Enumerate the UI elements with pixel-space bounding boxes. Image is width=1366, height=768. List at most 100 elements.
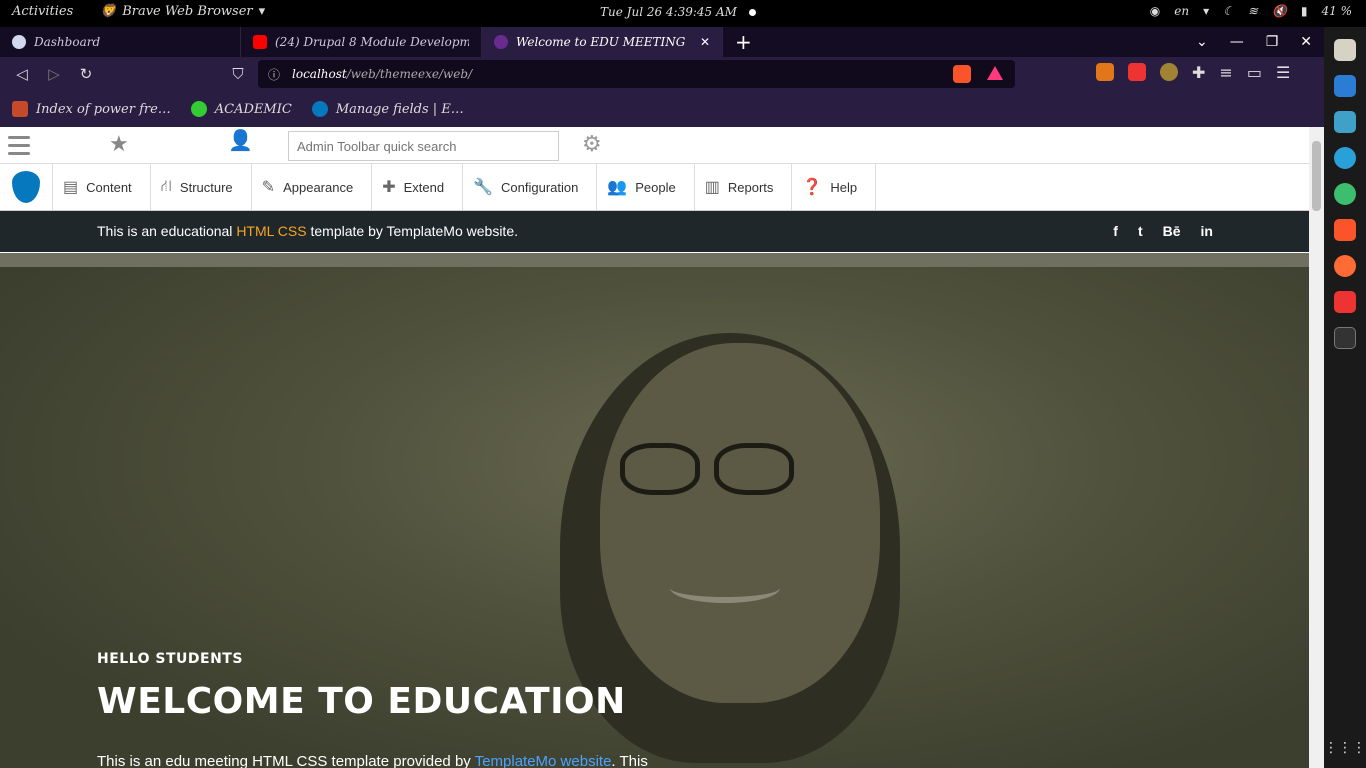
- menu-people[interactable]: 👥 People: [597, 164, 695, 210]
- info-bar: This is an educational HTML CSS template…: [0, 211, 1309, 252]
- drupal-logo[interactable]: [0, 164, 53, 210]
- system-tray[interactable]: ◉ en ▾ ☾ ≋ 🔇 ▮ 41 %: [1150, 4, 1352, 18]
- menu-structure[interactable]: ⛙ Structure: [151, 164, 252, 210]
- behance-icon[interactable]: Bē: [1163, 223, 1181, 239]
- extensions-area: ✚ ≡ ▭ ☰: [1096, 63, 1290, 82]
- puzzle-extensions-icon[interactable]: ✚: [1192, 63, 1205, 82]
- record-icon: ◉: [1149, 4, 1161, 18]
- telegram-icon[interactable]: [1334, 147, 1356, 169]
- window-controls: ⌄ — ❐ ✕: [1196, 27, 1324, 57]
- navigation-toolbar: ◁ ▷ ↻ ⛉ ⓘ localhost /web/themeexe/web/ ✚…: [0, 57, 1324, 91]
- linkedin-icon[interactable]: in: [1201, 223, 1213, 239]
- brave-shields-icon[interactable]: [953, 65, 971, 83]
- admin-toolbar-search-input[interactable]: [288, 131, 559, 161]
- hero-banner: HELLO STUDENTS WELCOME TO EDUCATION This…: [0, 253, 1309, 768]
- menu-label: Content: [86, 179, 132, 195]
- html-css-link[interactable]: HTML CSS: [236, 223, 306, 239]
- paintbrush-icon: ✎: [261, 179, 276, 196]
- twitter-icon[interactable]: t: [1138, 223, 1143, 239]
- hero-photo-glasses: [620, 443, 810, 498]
- tab-dashboard[interactable]: Dashboard: [0, 27, 241, 57]
- vscode-icon[interactable]: [1334, 75, 1356, 97]
- user-icon[interactable]: 👤: [228, 128, 253, 152]
- wallet-icon[interactable]: ▭: [1247, 63, 1262, 82]
- volume-muted-icon: 🔇: [1271, 4, 1287, 18]
- metamask-icon[interactable]: [1096, 63, 1114, 81]
- new-tab-button[interactable]: +: [723, 27, 764, 57]
- web-page: ★ 👤 ⚙ ▤ Content ⛙ Structure ✎ Appearance ✚ E…: [0, 127, 1309, 768]
- templatemo-link[interactable]: TemplateMo website: [475, 753, 612, 768]
- admin-toolbar-top: ★ 👤 ⚙: [0, 127, 1309, 164]
- clock-text: Tue Jul 26 4:39:45 AM: [600, 5, 737, 19]
- bookmark-item[interactable]: ACADEMIC: [190, 101, 292, 117]
- bookmark-favicon-icon: [12, 101, 28, 117]
- document-icon: ▤: [63, 179, 79, 196]
- chat-app-icon[interactable]: [1334, 291, 1356, 313]
- hamburger-menu-icon[interactable]: [8, 136, 30, 160]
- reader-app-icon[interactable]: [1334, 111, 1356, 133]
- facebook-icon[interactable]: f: [1113, 223, 1118, 239]
- shortcuts-star-icon[interactable]: ★: [109, 132, 129, 157]
- gear-icon[interactable]: ⚙: [582, 132, 602, 157]
- extension-coin-icon[interactable]: [1160, 63, 1178, 81]
- menu-label: Structure: [179, 179, 233, 195]
- bookmark-item[interactable]: Manage fields | E…: [311, 101, 464, 117]
- menu-configuration[interactable]: 🔧 Configuration: [463, 164, 598, 210]
- tab-title: Welcome to EDU MEETING: [516, 35, 686, 49]
- tab-edu-meeting[interactable]: Welcome to EDU MEETING ✕: [482, 27, 723, 57]
- minimize-icon[interactable]: —: [1230, 34, 1244, 50]
- brave-browser-icon[interactable]: [1334, 219, 1356, 241]
- files-app-icon[interactable]: [1334, 39, 1356, 61]
- close-window-icon[interactable]: ✕: [1300, 34, 1312, 50]
- info-prefix: This is an educational: [97, 223, 237, 239]
- tab-title: (24) Drupal 8 Module Development,: [275, 35, 469, 49]
- tab-list-chevron-icon[interactable]: ⌄: [1196, 34, 1208, 50]
- bookmark-label: Manage fields | E…: [335, 101, 464, 117]
- menu-label: Configuration: [501, 179, 579, 195]
- scrollbar-thumb[interactable]: [1312, 141, 1321, 211]
- terminal-icon[interactable]: [1334, 327, 1356, 349]
- menu-icon[interactable]: ☰: [1276, 63, 1290, 82]
- close-tab-icon[interactable]: ✕: [700, 35, 710, 49]
- bookmark-item[interactable]: Index of power fre…: [12, 101, 171, 117]
- brave-rewards-icon[interactable]: [987, 66, 1003, 80]
- menu-label: Reports: [727, 179, 774, 195]
- extension-icon[interactable]: [1128, 63, 1146, 81]
- menu-reports[interactable]: ▥ Reports: [695, 164, 793, 210]
- language-indicator[interactable]: en: [1174, 4, 1189, 18]
- wrench-icon: 🔧: [473, 179, 494, 196]
- sitemap-icon: ⛙: [160, 178, 172, 195]
- chevron-down-icon: ▾: [1203, 4, 1210, 18]
- globe-icon: [190, 101, 207, 117]
- bookmark-label: Index of power fre…: [36, 101, 171, 117]
- menu-extend[interactable]: ✚ Extend: [372, 164, 464, 210]
- url-host: localhost: [292, 67, 347, 81]
- system-top-bar: Activities 🦁 Brave Web Browser ▾ Tue Jul…: [0, 0, 1366, 27]
- puzzle-icon: ✚: [382, 179, 396, 196]
- night-mode-icon: ☾: [1223, 4, 1234, 18]
- chevron-down-icon: ▾: [258, 4, 266, 19]
- postman-icon[interactable]: [1334, 255, 1356, 277]
- activities-button[interactable]: Activities: [12, 4, 73, 19]
- page-scrollbar[interactable]: [1309, 127, 1324, 768]
- clock[interactable]: Tue Jul 26 4:39:45 AM: [600, 5, 756, 19]
- browser-window: Dashboard (24) Drupal 8 Module Developme…: [0, 27, 1324, 768]
- forward-icon[interactable]: ▷: [38, 65, 70, 83]
- maximize-icon[interactable]: ❐: [1266, 34, 1279, 50]
- timer-app-icon[interactable]: [1334, 183, 1356, 205]
- bookmark-icon[interactable]: ⛉: [222, 65, 254, 83]
- site-info-icon[interactable]: ⓘ: [268, 66, 280, 83]
- drupal-favicon-icon: [311, 101, 328, 117]
- app-menu[interactable]: 🦁 Brave Web Browser ▾: [100, 4, 265, 19]
- tab-youtube[interactable]: (24) Drupal 8 Module Development,: [241, 27, 482, 57]
- reload-icon[interactable]: ↻: [70, 65, 102, 83]
- menu-content[interactable]: ▤ Content: [53, 164, 151, 210]
- menu-help[interactable]: ❓ Help: [792, 164, 877, 210]
- show-apps-grid-icon[interactable]: ⋮⋮⋮: [1324, 740, 1366, 756]
- question-icon: ❓: [802, 179, 823, 196]
- back-icon[interactable]: ◁: [6, 65, 38, 83]
- menu-appearance[interactable]: ✎ Appearance: [252, 164, 373, 210]
- bar-chart-icon: ▥: [704, 179, 720, 196]
- playlist-icon[interactable]: ≡: [1219, 63, 1232, 82]
- address-bar[interactable]: ⓘ localhost /web/themeexe/web/: [258, 60, 1015, 88]
